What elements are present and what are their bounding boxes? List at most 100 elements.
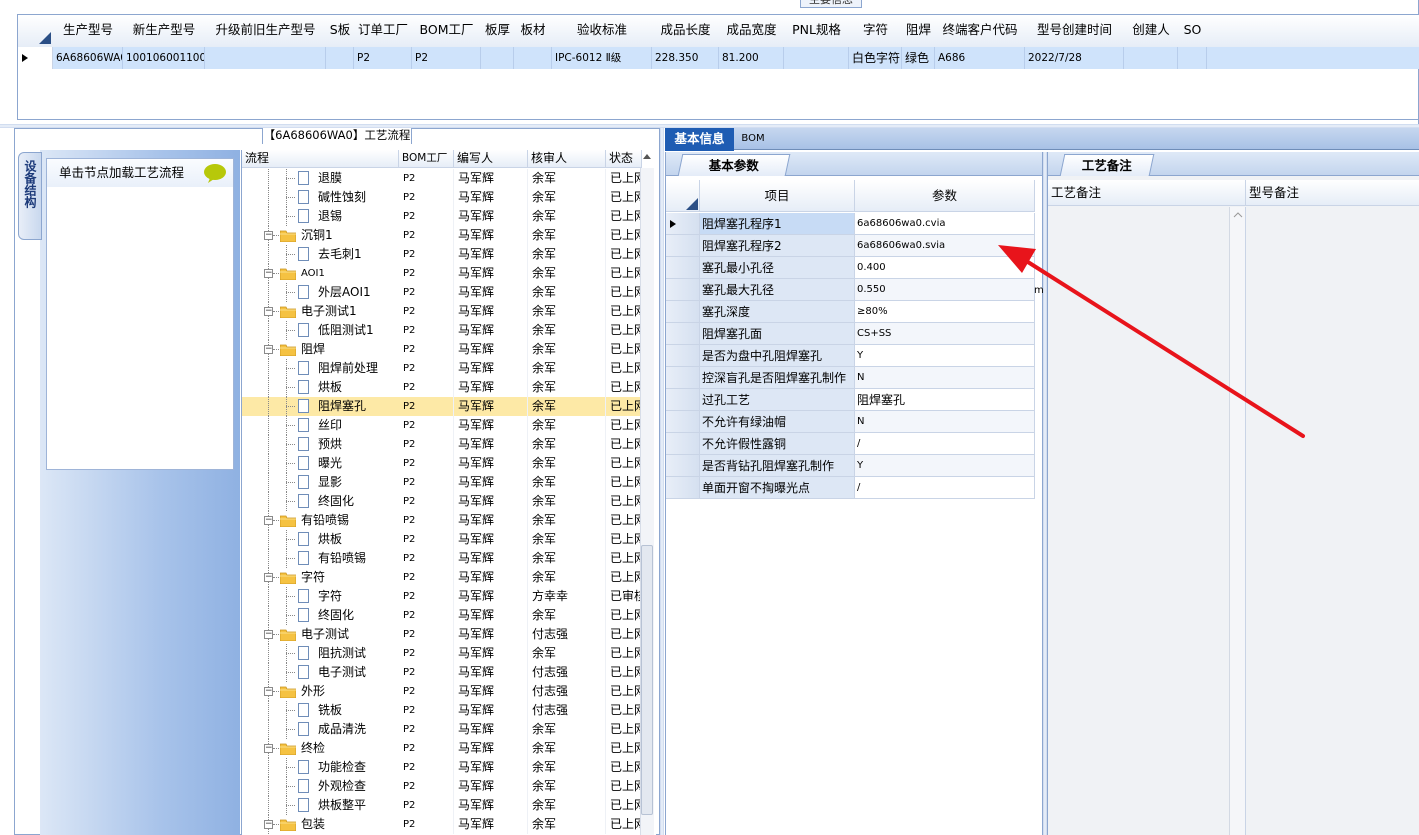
process-tree-row[interactable]: 烘板 P2马军辉余军已上网 bbox=[242, 378, 642, 397]
collapse-toggle-icon[interactable]: − bbox=[264, 231, 273, 240]
cell-old_model[interactable] bbox=[205, 47, 326, 69]
process-tree-row[interactable]: 退锡 P2马军辉余军已上网 bbox=[242, 207, 642, 226]
param-row-indicator[interactable] bbox=[666, 433, 700, 455]
col-header-17[interactable]: SO bbox=[1178, 15, 1208, 48]
process-tree-row[interactable]: − 终检 P2马军辉余军已上网 bbox=[242, 739, 642, 758]
param-row-indicator[interactable] bbox=[666, 235, 700, 257]
col-header-8[interactable]: 验收标准 bbox=[552, 15, 653, 48]
param-row-indicator[interactable] bbox=[666, 301, 700, 323]
process-tree-row[interactable]: − 包装 P2马军辉余军已上网 bbox=[242, 815, 642, 834]
tree-col-header-4[interactable]: 状态 bbox=[606, 150, 642, 168]
param-row[interactable]: 塞孔最大孔径 0.550 bbox=[666, 279, 1042, 301]
tree-col-header-2[interactable]: 编写人 bbox=[454, 150, 528, 168]
process-tree-row[interactable]: 成品清洗 P2马军辉余军已上网 bbox=[242, 720, 642, 739]
tab-basic-info[interactable]: 基本信息 bbox=[665, 128, 734, 151]
process-tree-row[interactable]: 字符 P2马军辉方幸幸已审核 bbox=[242, 587, 642, 606]
col-header-2[interactable]: 升级前旧生产型号 bbox=[205, 15, 327, 48]
process-tree-row[interactable]: 终固化 P2马军辉余军已上网 bbox=[242, 606, 642, 625]
col-header-11[interactable]: PNL规格 bbox=[784, 15, 850, 48]
param-row-indicator[interactable] bbox=[666, 411, 700, 433]
collapse-toggle-icon[interactable]: − bbox=[264, 269, 273, 278]
param-row-indicator[interactable] bbox=[666, 279, 700, 301]
cell-char[interactable]: 白色字符 bbox=[849, 47, 902, 69]
splitter-left[interactable] bbox=[660, 128, 664, 835]
tree-col-header-0[interactable]: 流程 bbox=[242, 150, 399, 168]
process-tree-row[interactable]: 功能检查 P2马军辉余军已上网 bbox=[242, 758, 642, 777]
col-header-15[interactable]: 型号创建时间 bbox=[1025, 15, 1125, 48]
cell-width[interactable]: 81.200 bbox=[719, 47, 784, 69]
param-row[interactable]: 阻焊塞孔程序2 6a68606wa0.svia bbox=[666, 235, 1042, 257]
col-header-3[interactable]: S板 bbox=[326, 15, 355, 48]
collapse-toggle-icon[interactable]: − bbox=[264, 687, 273, 696]
cell-standard[interactable]: IPC-6012 Ⅱ级 bbox=[552, 47, 652, 69]
param-row-indicator[interactable] bbox=[666, 477, 700, 499]
cell-prod_model[interactable]: 6A68606WA0 bbox=[53, 47, 123, 69]
process-tree-row[interactable]: − 电子测试 P2马军辉付志强已上网 bbox=[242, 625, 642, 644]
process-tree-row[interactable]: − 电子测试1 P2马军辉余军已上网 bbox=[242, 302, 642, 321]
collapse-toggle-icon[interactable]: − bbox=[264, 744, 273, 753]
row-indicator[interactable] bbox=[18, 47, 53, 69]
splitter-horizontal[interactable] bbox=[0, 124, 1419, 128]
param-row[interactable]: 不允许有绿油帽 N bbox=[666, 411, 1042, 433]
collapse-toggle-icon[interactable]: − bbox=[264, 573, 273, 582]
param-row-indicator[interactable] bbox=[666, 455, 700, 477]
param-row[interactable]: 阻焊塞孔面 CS+SS bbox=[666, 323, 1042, 345]
cell-material[interactable] bbox=[514, 47, 552, 69]
process-tree-row[interactable]: 烘板 P2马军辉余军已上网 bbox=[242, 530, 642, 549]
col-header-9[interactable]: 成品长度 bbox=[652, 15, 720, 48]
cell-customer[interactable]: A686 bbox=[935, 47, 1025, 69]
param-row[interactable]: 是否背钻孔阻焊塞孔制作 Y bbox=[666, 455, 1042, 477]
cell-length[interactable]: 228.350 bbox=[652, 47, 719, 69]
process-tree-row[interactable]: 显影 P2马军辉余军已上网 bbox=[242, 473, 642, 492]
param-row[interactable]: 阻焊塞孔程序1 6a68606wa0.cvia bbox=[666, 213, 1042, 235]
cell-solder[interactable]: 绿色 bbox=[902, 47, 935, 69]
collapse-toggle-icon[interactable]: − bbox=[264, 820, 273, 829]
param-row[interactable]: 控深盲孔是否阻焊塞孔制作 N bbox=[666, 367, 1042, 389]
cell-order_factory[interactable]: P2 bbox=[354, 47, 412, 69]
tree-scrollbar-thumb[interactable] bbox=[641, 545, 653, 815]
process-tree-row[interactable]: − AOI1 P2马军辉余军已上网 bbox=[242, 264, 642, 283]
collapse-toggle-icon[interactable]: − bbox=[264, 345, 273, 354]
col-header-1[interactable]: 新生产型号 bbox=[123, 15, 206, 48]
process-tree-row[interactable]: − 外形 P2马军辉付志强已上网 bbox=[242, 682, 642, 701]
scroll-up-icon[interactable] bbox=[1233, 211, 1243, 219]
process-tree-row[interactable]: − 沉铜1 P2马军辉余军已上网 bbox=[242, 226, 642, 245]
process-tree-row[interactable]: 终固化 P2马军辉余军已上网 bbox=[242, 492, 642, 511]
cell-thickness[interactable] bbox=[481, 47, 514, 69]
col-header-6[interactable]: 板厚 bbox=[481, 15, 515, 48]
col-header-14[interactable]: 终端客户代码 bbox=[935, 15, 1026, 48]
process-tree-row[interactable]: 低阻测试1 P2马军辉余军已上网 bbox=[242, 321, 642, 340]
param-value[interactable]: 6a68606wa0.cvia bbox=[855, 213, 1035, 235]
col-header-7[interactable]: 板材 bbox=[514, 15, 553, 48]
tab-bom[interactable]: BOM bbox=[738, 130, 768, 148]
param-row-indicator[interactable] bbox=[666, 323, 700, 345]
param-row-indicator[interactable] bbox=[666, 367, 700, 389]
process-tree-row[interactable]: − 阻焊 P2马军辉余军已上网 bbox=[242, 340, 642, 359]
col-header-12[interactable]: 字符 bbox=[849, 15, 903, 48]
cell-creator[interactable] bbox=[1124, 47, 1178, 69]
col-header-4[interactable]: 订单工厂 bbox=[354, 15, 413, 48]
process-tree-row[interactable]: 预烘 P2马军辉余军已上网 bbox=[242, 435, 642, 454]
tab-process-remarks[interactable]: 工艺备注 bbox=[1059, 154, 1155, 176]
process-tree-row[interactable]: 退膜 P2马军辉余军已上网 bbox=[242, 169, 642, 188]
param-row[interactable]: 塞孔最小孔径 0.400 bbox=[666, 257, 1042, 279]
param-value[interactable]: Y bbox=[855, 455, 1035, 477]
scroll-up-icon[interactable] bbox=[642, 152, 652, 162]
cell-s_board[interactable] bbox=[326, 47, 354, 69]
cell-so[interactable] bbox=[1178, 47, 1207, 69]
cell-created[interactable]: 2022/7/28 bbox=[1025, 47, 1124, 69]
cell-bom_factory[interactable]: P2 bbox=[412, 47, 481, 69]
process-tree-row[interactable]: − 有铅喷锡 P2马军辉余军已上网 bbox=[242, 511, 642, 530]
cell-pnl[interactable] bbox=[784, 47, 849, 69]
col-header-10[interactable]: 成品宽度 bbox=[719, 15, 785, 48]
process-tree-row[interactable]: − 字符 P2马军辉余军已上网 bbox=[242, 568, 642, 587]
col-header-5[interactable]: BOM工厂 bbox=[412, 15, 482, 48]
param-row[interactable]: 过孔工艺 阻焊塞孔 bbox=[666, 389, 1042, 411]
process-tree-row[interactable]: 去毛刺1 P2马军辉余军已上网 bbox=[242, 245, 642, 264]
process-tree-row[interactable]: 阻抗测试 P2马军辉余军已上网 bbox=[242, 644, 642, 663]
process-tree-row[interactable]: 烘板整平 P2马军辉余军已上网 bbox=[242, 796, 642, 815]
col-header-13[interactable]: 阻焊 bbox=[902, 15, 936, 48]
col-header-16[interactable]: 创建人 bbox=[1124, 15, 1179, 48]
param-value[interactable]: / bbox=[855, 477, 1035, 499]
cell-new_model[interactable]: 10010600110088 bbox=[123, 47, 205, 69]
